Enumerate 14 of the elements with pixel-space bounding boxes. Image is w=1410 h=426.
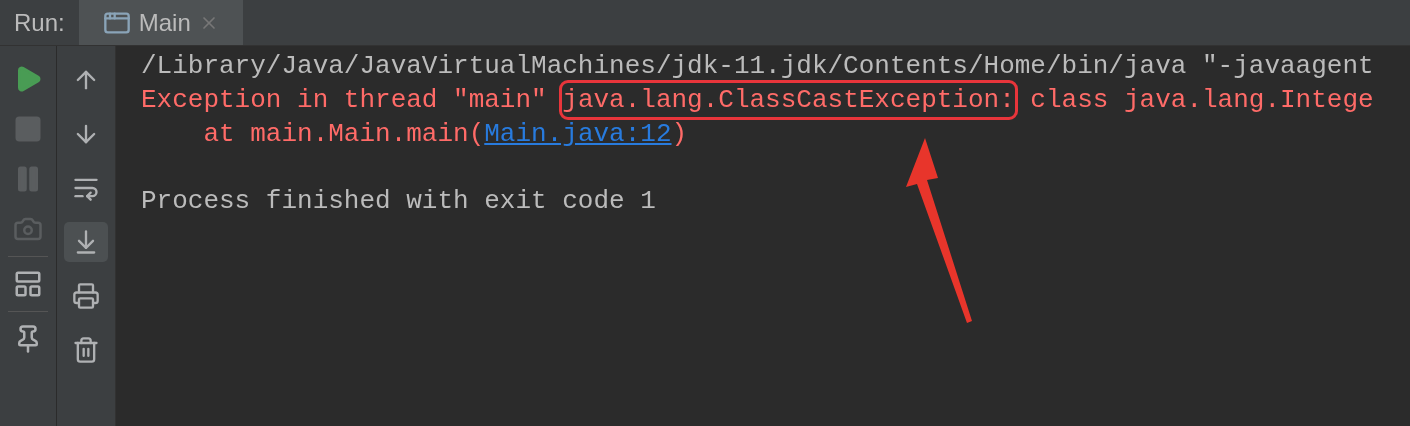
console-text: class java.lang.Intege <box>1029 84 1374 117</box>
highlighted-exception: java.lang.ClassCastException: <box>562 83 1015 117</box>
console-text: ) <box>671 118 688 151</box>
print-icon <box>72 282 100 310</box>
console-text: /Library/Java/JavaVirtualMachines/jdk-11.jdk/Contents/Home/bin/java "-javaagent <box>141 50 1374 83</box>
source-link[interactable]: Main.java:12 <box>484 117 672 151</box>
trash-icon <box>72 336 100 364</box>
console-text: at main.Main.main( <box>202 118 485 151</box>
tab[interactable]: Main <box>78 0 243 45</box>
scroll-to-end-button[interactable] <box>64 222 108 262</box>
console-text: Process finished with exit code 1 <box>141 185 656 218</box>
console-text: Exception in thread "main" <box>141 84 548 117</box>
layout-icon[interactable] <box>13 269 43 299</box>
run-label: Run: <box>13 7 66 38</box>
